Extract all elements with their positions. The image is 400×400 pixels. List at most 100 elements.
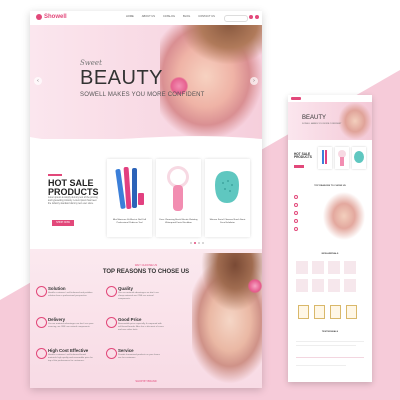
product-name: Mini Manicure Kit Electric Nail Drill Pr… (112, 219, 147, 224)
mobile-grid-item[interactable] (296, 279, 308, 292)
product-name: Face Cleansing Brush Electric Rotating W… (159, 219, 198, 224)
hot-sale-title: HOT SALE PRODUCTS (48, 179, 99, 197)
user-icon[interactable] (249, 15, 253, 19)
mobile-hero-title: BEAUTY (302, 115, 327, 121)
feature-text: Handle customers' well-informed and prob… (48, 292, 93, 297)
hero-wave-divider (30, 136, 262, 149)
menu-item-about[interactable]: ABOUT US (142, 15, 155, 18)
feature-title: Service (118, 348, 134, 353)
feature-text: Handle customers' well-informed brand ma… (48, 354, 93, 362)
mobile-hot-sale-title: HOT SALE PRODUCTS (294, 152, 312, 160)
mobile-grid-item[interactable] (328, 279, 340, 292)
hero-prev-arrow-icon[interactable]: ‹ (34, 77, 42, 85)
carousel-dot[interactable] (198, 242, 200, 244)
desktop-page-mockup: Showell HOME ABOUT US CATALOG BLOG CONTA… (30, 11, 262, 388)
carousel-dot[interactable] (190, 242, 192, 244)
mobile-product-image (354, 151, 364, 163)
mobile-certificate-image (298, 305, 309, 319)
shop-by-brand-kicker: SHOP BY BRAND (135, 380, 157, 383)
feature-title: Solution (48, 286, 66, 291)
nail-drill-product-image (115, 166, 144, 209)
menu-item-home[interactable]: HOME (126, 15, 134, 18)
product-card[interactable]: Face Cleansing Brush Electric Rotating W… (156, 159, 201, 237)
hero-title: BEAUTY (80, 67, 164, 89)
delivery-icon (36, 317, 47, 328)
carousel-dot[interactable] (194, 242, 196, 244)
feature-title: Good Price (118, 317, 142, 322)
mobile-hero-subtitle: SOWELL MAKES YOU MORE CONFIDENT (302, 123, 342, 125)
search-input[interactable] (224, 15, 248, 22)
mobile-reasons-title: TOP REASONS TO CHOSE US (314, 185, 346, 187)
mobile-grid-item[interactable] (312, 261, 324, 274)
mobile-feature (294, 195, 320, 199)
mobile-reasons-model-image (322, 191, 366, 241)
mobile-product-image (338, 150, 346, 166)
feature-text: Provide humanized products as your lover… (118, 354, 160, 359)
mobile-section-title: TESTIMONIALS (321, 331, 339, 333)
hero-next-arrow-icon[interactable]: › (250, 77, 258, 85)
face-brush-product-image (167, 166, 189, 211)
solution-icon (36, 286, 47, 297)
mobile-page-mockup: BEAUTY SOWELL MAKES YOU MORE CONFIDENT H… (288, 95, 372, 382)
mobile-hero-model-image (338, 102, 372, 140)
mobile-grid-item[interactable] (328, 261, 340, 274)
carousel-dots[interactable] (190, 242, 204, 244)
feature-icon (294, 227, 298, 231)
feature-icon (294, 219, 298, 223)
mobile-grid-item[interactable] (344, 279, 356, 292)
feature-text: Use our material advantages we don't use… (118, 292, 159, 300)
silicone-cleanser-product-image (215, 171, 239, 203)
feature-title: High Cost Effective (48, 348, 89, 353)
mobile-product-card[interactable] (352, 147, 366, 169)
mobile-section-title: NEW ARRIVALS (321, 253, 339, 255)
main-menu: HOME ABOUT US CATALOG BLOG CONTACT US (126, 15, 215, 18)
mobile-footer-bar (296, 357, 364, 358)
product-card[interactable]: Mini Manicure Kit Electric Nail Drill Pr… (107, 159, 152, 237)
hero-script-text: Sweet (80, 59, 102, 67)
mobile-certificate-image (346, 305, 357, 319)
mobile-feature (294, 203, 320, 207)
product-name: Silicone Facial Cleanser Brush Sonic Fac… (209, 219, 246, 224)
hot-sale-title-line2: PRODUCTS (48, 187, 99, 197)
feature-text: Reasonable price especially if compared … (118, 323, 164, 331)
feature-icon (294, 203, 298, 207)
mobile-shop-button[interactable] (294, 165, 304, 168)
mobile-product-image (322, 150, 327, 164)
hero-banner: Sweet BEAUTY SOWELL MAKES YOU MORE CONFI… (30, 25, 262, 139)
mobile-grid-item[interactable] (312, 279, 324, 292)
product-card[interactable]: Silicone Facial Cleanser Brush Sonic Fac… (205, 159, 250, 237)
mobile-text-line (296, 365, 346, 366)
hero-subtitle: SOWELL MAKES YOU MORE CONFIDENT (80, 92, 205, 98)
cost-icon (36, 348, 47, 359)
menu-item-contact[interactable]: CONTACT US (198, 15, 215, 18)
hot-sale-accent-bar (48, 174, 62, 176)
carousel-dot[interactable] (202, 242, 204, 244)
mobile-text-line (296, 341, 364, 342)
mobile-certificate-image (314, 305, 325, 319)
mobile-product-card[interactable] (335, 147, 349, 169)
mobile-feature (294, 211, 320, 215)
mobile-grid-item[interactable] (296, 261, 308, 274)
brand-name: Showell (44, 14, 67, 20)
menu-item-catalog[interactable]: CATALOG (163, 15, 175, 18)
top-navigation: Showell HOME ABOUT US CATALOG BLOG CONTA… (30, 11, 262, 26)
service-icon (106, 348, 117, 359)
feature-title: Delivery (48, 317, 66, 322)
hero-hair-shape (180, 25, 262, 65)
shop-now-button[interactable]: SHOP NOW (52, 220, 74, 226)
logo-icon (36, 14, 42, 20)
mobile-text-line (296, 345, 356, 346)
brand-logo[interactable]: Showell (36, 14, 67, 20)
reasons-flower-image (248, 279, 262, 293)
cart-icon[interactable] (255, 15, 259, 19)
mobile-logo[interactable] (291, 97, 301, 100)
hot-sale-description: Lorem ipsum is simply dummy text of the … (48, 197, 98, 205)
mobile-grid-item[interactable] (344, 261, 356, 274)
feature-icon (294, 211, 298, 215)
feature-icon (294, 195, 298, 199)
menu-item-blog[interactable]: BLOG (183, 15, 190, 18)
mobile-feature (294, 219, 320, 223)
mobile-product-card[interactable] (318, 147, 332, 169)
quality-icon (106, 286, 117, 297)
mobile-certificate-image (330, 305, 341, 319)
